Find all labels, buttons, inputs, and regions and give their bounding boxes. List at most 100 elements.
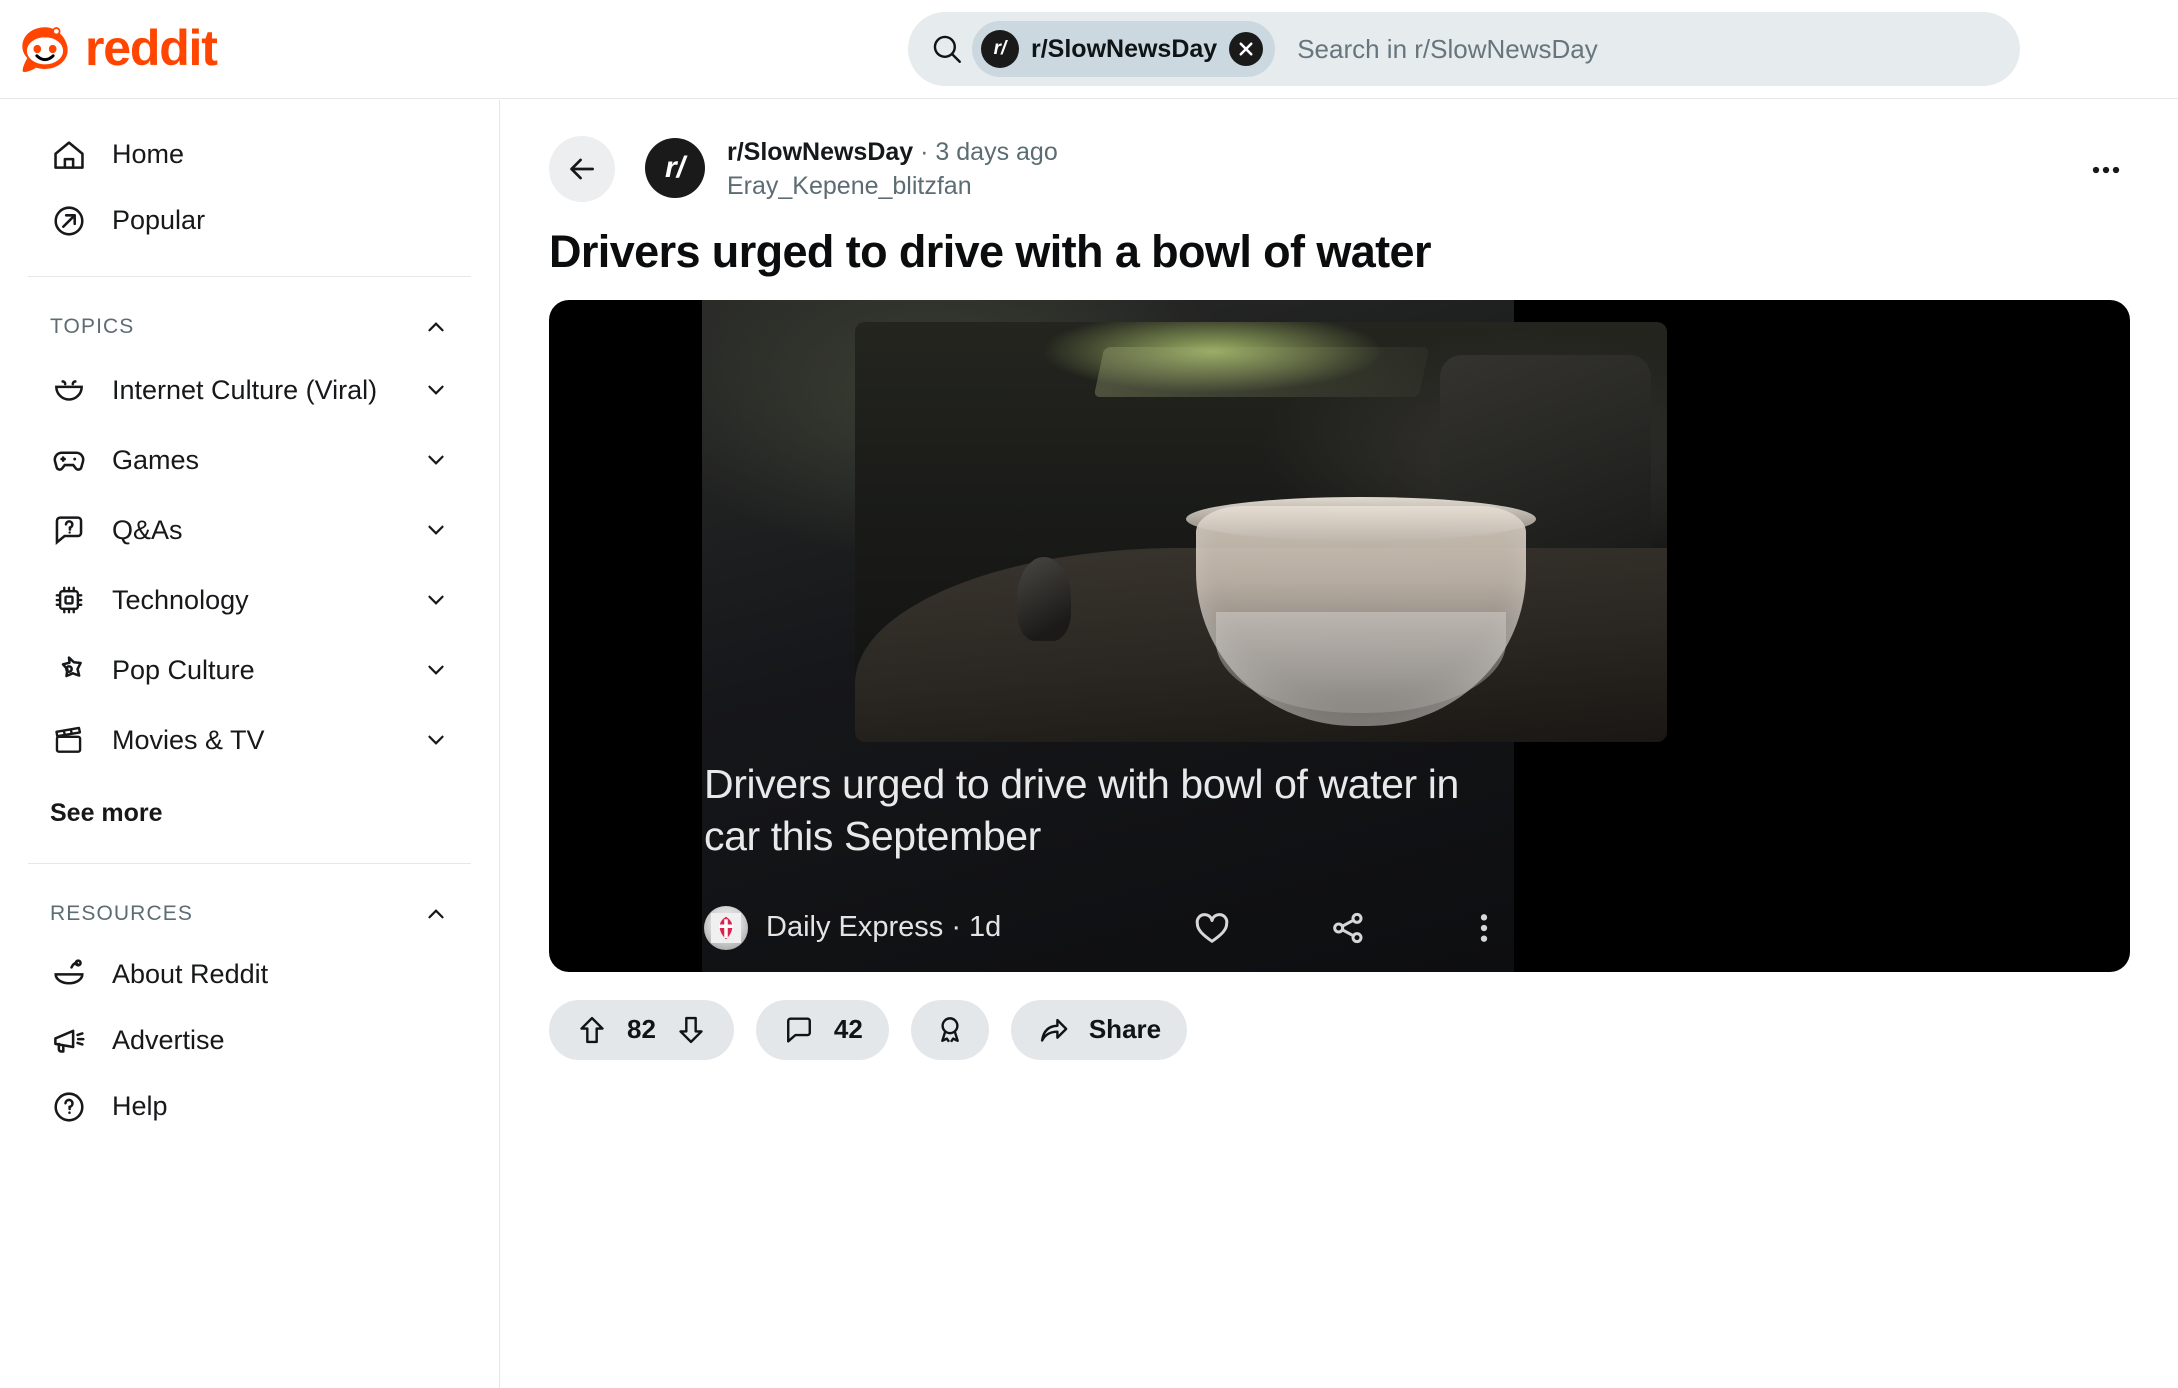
search-icon xyxy=(933,35,961,63)
sidebar-item-home[interactable]: Home xyxy=(28,122,471,188)
chip-icon xyxy=(55,586,83,614)
close-icon[interactable] xyxy=(1229,32,1264,66)
sidebar-item-label: Q&As xyxy=(112,514,183,545)
post-meta: r/SlowNewsDay · 3 days ago Eray_Kepene_b… xyxy=(727,132,1058,204)
gear-shifter xyxy=(1017,556,1072,641)
sidebar-item-about-reddit[interactable]: About Reddit xyxy=(28,942,471,1008)
car-window-highlight xyxy=(1093,346,1429,398)
sidebar-item-label: Technology xyxy=(112,584,249,615)
video-frame-image xyxy=(855,321,1667,742)
search-input[interactable] xyxy=(1297,24,1998,74)
share-arrow-icon xyxy=(1040,1018,1068,1042)
sidebar-item-label: Pop Culture xyxy=(112,654,255,685)
meta-separator: · xyxy=(920,138,929,166)
post-action-bar: 82 42 Share xyxy=(501,972,2178,1060)
chevron-down-icon[interactable] xyxy=(423,447,449,473)
gamepad-icon xyxy=(53,451,85,471)
more-vertical-icon[interactable] xyxy=(1464,908,1504,948)
chevron-down-icon[interactable] xyxy=(423,517,449,543)
sidebar-item-advertise[interactable]: Advertise xyxy=(28,1008,471,1074)
post-video-player[interactable]: Drivers urged to drive with bowl of wate… xyxy=(549,299,2130,972)
star-icon xyxy=(61,656,82,678)
sidebar-item-label: Advertise xyxy=(112,1025,225,1056)
section-title: RESOURCES xyxy=(50,902,193,925)
reddit-wordmark: reddit xyxy=(85,19,218,76)
upvote-arrow-icon[interactable] xyxy=(575,1013,609,1047)
comment-bubble-icon xyxy=(786,1016,811,1043)
question-bubble-icon xyxy=(55,516,83,546)
post-title: Drivers urged to drive with a bowl of wa… xyxy=(549,225,1431,277)
sidebar-item-pop-culture[interactable]: Pop Culture xyxy=(28,635,471,705)
sidebar-item-label: Movies & TV xyxy=(112,724,265,755)
sidebar-item-internet-culture[interactable]: Internet Culture (Viral) xyxy=(28,355,471,425)
chevron-up-icon[interactable] xyxy=(423,314,449,340)
bowl-rim xyxy=(1186,497,1537,542)
vote-score: 82 xyxy=(627,1014,656,1044)
subreddit-avatar[interactable]: r/ xyxy=(645,138,705,198)
snoo-outline-icon xyxy=(54,959,84,985)
megaphone-icon xyxy=(54,1029,85,1053)
video-footer: Daily Express · 1d xyxy=(702,905,1514,950)
help-circle-icon xyxy=(54,1092,84,1122)
left-sidebar: Home Popular TOPICS Internet Culture (Vi… xyxy=(0,100,500,1388)
top-header: reddit r/ r/SlowNewsDay xyxy=(0,0,2178,99)
sidebar-item-help[interactable]: Help xyxy=(28,1074,471,1140)
sidebar-divider-1 xyxy=(28,276,471,277)
video-caption: Drivers urged to drive with bowl of wate… xyxy=(704,760,1459,859)
post-header: r/ r/SlowNewsDay · 3 days ago Eray_Kepen… xyxy=(501,100,2178,204)
sidebar-item-label: Games xyxy=(112,444,200,475)
sidebar-item-technology[interactable]: Technology xyxy=(28,565,471,635)
heart-icon[interactable] xyxy=(1192,908,1232,948)
smiley-icon xyxy=(55,380,83,401)
chevron-down-icon[interactable] xyxy=(423,657,449,683)
sidebar-section-topics[interactable]: TOPICS xyxy=(28,299,471,355)
sidebar-item-label: Popular xyxy=(112,205,206,236)
subreddit-chip-avatar: r/ xyxy=(981,30,1019,68)
sidebar-item-label: Internet Culture (Viral) xyxy=(112,374,378,405)
award-ribbon-icon xyxy=(940,1016,959,1042)
back-arrow-icon xyxy=(570,158,594,180)
share-label: Share xyxy=(1088,1014,1162,1044)
sidebar-item-label: Help xyxy=(112,1091,168,1122)
chevron-down-icon[interactable] xyxy=(423,587,449,613)
downvote-arrow-icon[interactable] xyxy=(674,1013,708,1047)
clapperboard-icon xyxy=(55,726,82,753)
more-horizontal-icon xyxy=(2092,166,2120,174)
sidebar-item-games[interactable]: Games xyxy=(28,425,471,495)
share-pill[interactable]: Share xyxy=(1010,999,1188,1060)
back-button[interactable] xyxy=(549,136,615,202)
post-author[interactable]: Eray_Kepene_blitzfan xyxy=(727,170,1058,204)
chevron-down-icon[interactable] xyxy=(423,377,449,403)
sidebar-section-resources[interactable]: RESOURCES xyxy=(28,886,471,942)
chevron-down-icon[interactable] xyxy=(423,727,449,753)
popular-arrow-icon xyxy=(54,206,84,236)
video-action-group xyxy=(1192,908,1510,948)
share-nodes-icon[interactable] xyxy=(1328,908,1368,948)
search-bar[interactable]: r/ r/SlowNewsDay xyxy=(908,12,2020,86)
video-backdrop: Drivers urged to drive with bowl of wate… xyxy=(702,299,1667,972)
post-overflow-menu-button[interactable] xyxy=(2078,142,2134,198)
post-container: r/ r/SlowNewsDay · 3 days ago Eray_Kepen… xyxy=(501,100,2178,1060)
award-pill[interactable] xyxy=(910,999,989,1060)
comments-pill[interactable]: 42 xyxy=(755,999,889,1060)
sidebar-divider-2 xyxy=(28,863,471,864)
main-content: r/ r/SlowNewsDay · 3 days ago Eray_Kepen… xyxy=(501,100,2178,1388)
post-timestamp: 3 days ago xyxy=(935,138,1058,166)
daily-express-logo-icon xyxy=(704,905,748,950)
reddit-snoo-icon xyxy=(22,27,68,72)
video-source-label: Daily Express · 1d xyxy=(766,911,1002,943)
sidebar-item-label: Home xyxy=(112,139,185,170)
subreddit-link[interactable]: r/SlowNewsDay xyxy=(727,138,913,166)
vote-pill[interactable]: 82 xyxy=(549,999,734,1060)
sidebar-item-qas[interactable]: Q&As xyxy=(28,495,471,565)
comment-count: 42 xyxy=(833,1014,863,1044)
subreddit-chip-label: r/SlowNewsDay xyxy=(1031,34,1218,63)
see-more-topics-button[interactable]: See more xyxy=(28,785,471,841)
chevron-up-icon[interactable] xyxy=(423,901,449,927)
reddit-logo[interactable]: reddit xyxy=(16,0,218,99)
sidebar-item-movies-tv[interactable]: Movies & TV xyxy=(28,705,471,775)
sidebar-item-popular[interactable]: Popular xyxy=(28,188,471,254)
home-icon xyxy=(54,141,84,169)
sidebar-item-label: About Reddit xyxy=(112,959,269,990)
search-subreddit-chip[interactable]: r/ r/SlowNewsDay xyxy=(972,21,1276,77)
